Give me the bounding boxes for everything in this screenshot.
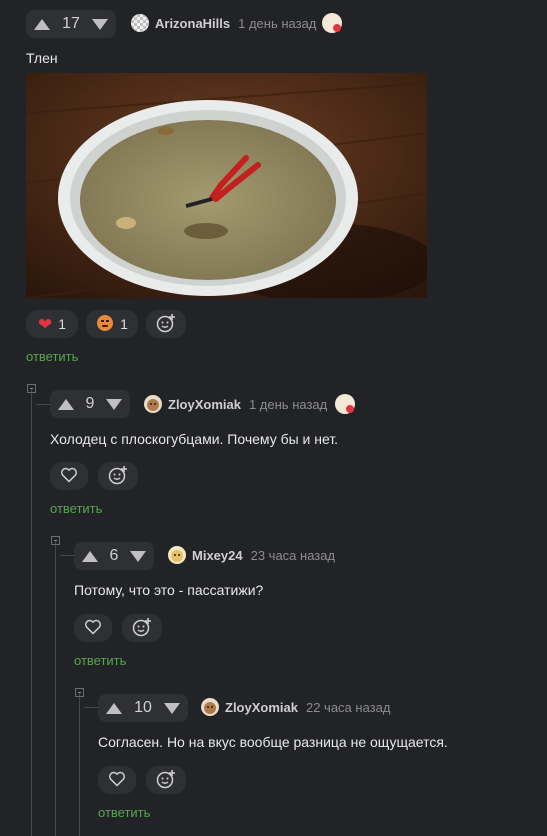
thread-connector xyxy=(60,555,74,556)
comment-author: ArizonaHills 1 день назад xyxy=(131,14,316,32)
add-emoji-icon xyxy=(108,465,128,488)
comment-text: Холодец с плоскогубцами. Почему бы и нет… xyxy=(50,431,339,447)
score: 10 xyxy=(134,699,152,716)
vote-control: 17 xyxy=(26,10,116,38)
author-name[interactable]: ArizonaHills xyxy=(155,16,230,31)
score: 17 xyxy=(62,15,80,32)
reaction-heart[interactable]: ❤ 1 xyxy=(26,310,78,338)
comment-author: ZloyXomiak 22 часа назад xyxy=(201,698,390,716)
add-reaction-button[interactable] xyxy=(122,614,162,642)
comment-author: Mixey24 23 часа назад xyxy=(168,546,335,564)
award-badge-icon[interactable] xyxy=(335,394,355,414)
vote-control: 10 xyxy=(98,694,188,722)
heart-icon: ❤ xyxy=(37,314,53,334)
comment-text: Потому, что это - пассатижи? xyxy=(74,582,264,598)
vote-control: 9 xyxy=(50,390,130,418)
timestamp[interactable]: 23 часа назад xyxy=(251,548,335,563)
award-badge-icon[interactable] xyxy=(322,13,342,33)
add-emoji-icon xyxy=(156,313,176,336)
avatar[interactable] xyxy=(144,395,162,413)
reaction-count: 1 xyxy=(120,316,128,332)
upvote-icon[interactable] xyxy=(106,702,122,714)
comment-image[interactable] xyxy=(25,73,436,303)
upvote-icon[interactable] xyxy=(34,18,50,30)
downvote-icon[interactable] xyxy=(130,550,146,562)
downvote-icon[interactable] xyxy=(106,398,122,410)
heart-outline-icon xyxy=(84,619,102,638)
timestamp[interactable]: 1 день назад xyxy=(249,397,327,412)
score: 6 xyxy=(109,547,119,564)
downvote-icon[interactable] xyxy=(163,702,180,714)
add-emoji-icon xyxy=(156,769,176,792)
reply-link[interactable]: ответить xyxy=(74,653,126,668)
comment-text: Тлен xyxy=(26,50,58,66)
author-name[interactable]: ZloyXomiak xyxy=(168,397,241,412)
thread-connector xyxy=(36,404,50,405)
thread-line xyxy=(79,692,80,836)
upvote-icon[interactable] xyxy=(58,398,74,410)
heart-outline-icon xyxy=(108,771,126,790)
angry-face-icon xyxy=(96,314,114,335)
add-reaction-button[interactable] xyxy=(146,766,186,794)
avatar[interactable] xyxy=(168,546,186,564)
like-button[interactable] xyxy=(98,766,136,794)
author-name[interactable]: Mixey24 xyxy=(192,548,243,563)
reply-link[interactable]: ответить xyxy=(98,805,150,820)
comment-author: ZloyXomiak 1 день назад xyxy=(144,395,327,413)
timestamp[interactable]: 22 часа назад xyxy=(306,700,390,715)
timestamp[interactable]: 1 день назад xyxy=(238,16,316,31)
score: 9 xyxy=(85,395,95,412)
reaction-angry[interactable]: 1 xyxy=(86,310,138,338)
add-reaction-button[interactable] xyxy=(98,462,138,490)
add-emoji-icon xyxy=(132,617,152,640)
avatar[interactable] xyxy=(131,14,149,32)
thread-line xyxy=(55,540,56,836)
downvote-icon[interactable] xyxy=(91,18,108,30)
heart-outline-icon xyxy=(60,467,78,486)
collapse-thread-button[interactable] xyxy=(51,536,60,545)
reply-link[interactable]: ответить xyxy=(26,349,78,364)
reply-link[interactable]: ответить xyxy=(50,501,102,516)
author-name[interactable]: ZloyXomiak xyxy=(225,700,298,715)
like-button[interactable] xyxy=(50,462,88,490)
reaction-count: 1 xyxy=(58,316,67,332)
avatar[interactable] xyxy=(201,698,219,716)
collapse-thread-button[interactable] xyxy=(75,688,84,697)
collapse-thread-button[interactable] xyxy=(27,384,36,393)
vote-control: 6 xyxy=(74,542,154,570)
comment-text: Согласен. Но на вкус вообще разница не о… xyxy=(98,734,448,750)
add-reaction-button[interactable] xyxy=(146,310,186,338)
thread-connector xyxy=(84,707,98,708)
like-button[interactable] xyxy=(74,614,112,642)
upvote-icon[interactable] xyxy=(82,550,98,562)
thread-line xyxy=(31,388,32,836)
